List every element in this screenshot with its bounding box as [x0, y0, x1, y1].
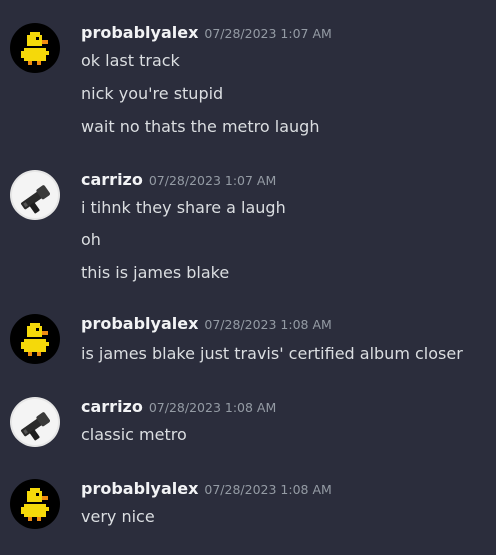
username[interactable]: probablyalex: [81, 479, 198, 498]
message-text: this is james blake: [81, 263, 230, 282]
username[interactable]: probablyalex: [81, 23, 198, 42]
message-timestamp: 07/28/2023 1:08 AM: [204, 482, 332, 497]
message-text: classic metro: [81, 425, 187, 444]
pixel-duck-icon[interactable]: [10, 23, 60, 73]
message-text: i tihnk they share a laugh: [81, 198, 286, 217]
gun-photo-icon[interactable]: [10, 170, 60, 220]
username[interactable]: carrizo: [81, 170, 143, 189]
message-text: wait no thats the metro laugh: [81, 117, 320, 136]
message-text: oh: [81, 230, 101, 249]
pixel-duck-icon[interactable]: [10, 479, 60, 529]
username[interactable]: carrizo: [81, 397, 143, 416]
message-text: ok last track: [81, 51, 180, 70]
message-text: very nice: [81, 507, 155, 526]
message-text: is james blake just travis' certified al…: [81, 344, 463, 363]
message-timestamp: 07/28/2023 1:08 AM: [204, 317, 332, 332]
pixel-duck-icon[interactable]: [10, 314, 60, 364]
message-timestamp: 07/28/2023 1:07 AM: [148, 173, 277, 188]
message-timestamp: 07/28/2023 1:08 AM: [148, 400, 277, 415]
username[interactable]: probablyalex: [81, 314, 198, 333]
chat-message-list: probablyalex 07/28/2023 1:07 AM ok last t…: [0, 0, 496, 555]
message-timestamp: 07/28/2023 1:07 AM: [204, 26, 332, 41]
gun-photo-icon[interactable]: [10, 397, 60, 447]
message-text: nick you're stupid: [81, 84, 224, 103]
